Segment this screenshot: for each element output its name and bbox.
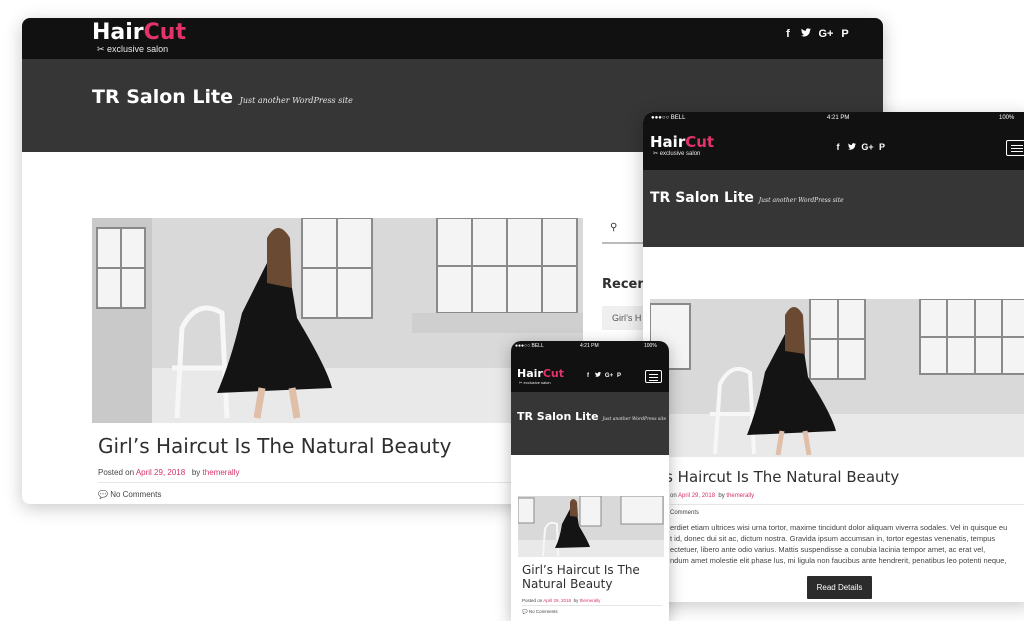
facebook-icon[interactable]: f	[831, 142, 845, 152]
logo-word-hair: Hair	[92, 20, 144, 45]
status-carrier: ●●●○○ BELL	[651, 115, 686, 121]
logo-tagline: exclusive salon	[659, 151, 701, 157]
phone-comments[interactable]: 💬 No Comments	[522, 609, 558, 615]
comment-icon: 💬	[522, 609, 528, 614]
logo-word-cut: Cut	[542, 367, 564, 380]
post-date-link[interactable]: April 29, 2018	[136, 468, 185, 477]
tablet-hero-banner: TR Salon Lite Just another WordPress sit…	[643, 170, 1024, 247]
twitter-icon[interactable]	[593, 372, 603, 379]
comments-link: No Comments	[110, 490, 162, 499]
logo-word-cut: Cut	[143, 20, 186, 45]
desktop-comments[interactable]: 💬 No Comments	[98, 490, 161, 499]
site-tagline: Just another WordPress site	[239, 96, 353, 105]
pinterest-icon[interactable]: P	[876, 142, 888, 152]
post-date-link[interactable]: April 29, 2018	[678, 493, 715, 499]
site-title-text: TR Salon Lite	[650, 190, 754, 206]
read-details-button[interactable]: Read Details	[807, 576, 872, 599]
site-tagline: Just another WordPress site	[758, 197, 844, 204]
status-time: 4:21 PM	[827, 115, 850, 121]
status-carrier: ●●●○○ BELL	[515, 343, 544, 349]
site-title-text: TR Salon Lite	[517, 410, 599, 423]
desktop-header-bar: HairCut ✂ exclusive salon f G+ P	[22, 18, 883, 59]
desktop-social-icons: f G+ P	[779, 28, 853, 40]
logo-word-cut: Cut	[685, 133, 715, 151]
desktop-logo[interactable]: HairCut ✂ exclusive salon	[92, 21, 186, 54]
tablet-social-icons: f G+ P	[831, 142, 888, 152]
google-plus-icon[interactable]: G+	[603, 373, 615, 379]
post-title-line: Girl’s Haircut Is The	[522, 563, 640, 577]
tablet-post-title[interactable]: rl’s Haircut Is The Natural Beauty	[650, 468, 899, 486]
scissors-icon: ✂	[653, 151, 660, 157]
phone-post-title[interactable]: Girl’s Haircut Is The Natural Beauty	[522, 563, 640, 591]
google-plus-icon[interactable]: G+	[859, 142, 876, 152]
desktop-post-meta: Posted on April 29, 2018 by themerally	[98, 468, 239, 477]
post-author-link[interactable]: themerally	[726, 493, 754, 499]
tablet-logo[interactable]: HairCut ✂ exclusive salon	[650, 133, 715, 158]
meta-divider	[522, 605, 662, 606]
comment-icon: 💬	[98, 490, 108, 499]
excerpt-line: erdiet etiam ultrices wisi urna tortor, …	[670, 523, 1008, 532]
status-battery: 100%	[644, 343, 657, 349]
post-date-link[interactable]: April 29, 2018	[543, 598, 571, 603]
tablet-post-excerpt: erdiet etiam ultrices wisi urna tortor, …	[670, 522, 1024, 566]
pinterest-icon[interactable]: P	[837, 28, 853, 40]
excerpt-line: ectetuer, libero ante odio varius. Matti…	[670, 545, 986, 554]
twitter-icon[interactable]	[845, 142, 859, 152]
by-label: by	[191, 468, 201, 477]
pinterest-icon[interactable]: P	[615, 373, 623, 379]
status-time: 4:21 PM	[580, 343, 599, 349]
tablet-featured-image[interactable]	[650, 299, 1024, 457]
post-author-link[interactable]: themerally	[580, 598, 601, 603]
by-label: by	[573, 598, 579, 603]
logo-tagline: exclusive salon	[107, 44, 169, 54]
phone-logo[interactable]: HairCut ✂ exclusive salon	[517, 365, 564, 385]
phone-featured-image[interactable]	[518, 496, 664, 557]
scissors-icon: ✂	[97, 44, 108, 54]
status-battery: 100%	[999, 115, 1015, 121]
meta-divider	[98, 482, 578, 483]
phone-menu-toggle[interactable]	[645, 370, 662, 383]
post-title-line: Natural Beauty	[522, 577, 613, 591]
tablet-site-title[interactable]: TR Salon Lite Just another WordPress sit…	[650, 190, 844, 206]
google-plus-icon[interactable]: G+	[815, 28, 837, 40]
logo-word-hair: Hair	[650, 133, 686, 151]
logo-word-hair: Hair	[517, 367, 543, 380]
posted-on-label: on	[670, 493, 677, 499]
desktop-site-title[interactable]: TR Salon Lite Just another WordPress sit…	[92, 86, 353, 108]
facebook-icon[interactable]: f	[583, 373, 593, 379]
excerpt-line: t id, donec dui sit ac, dictum nostra. G…	[670, 534, 996, 543]
posted-on-label: Posted on	[98, 468, 135, 477]
phone-mockup: ●●●○○ BELL 4:21 PM 100% HairCut ✂ exclus…	[511, 341, 669, 621]
twitter-icon[interactable]	[797, 28, 815, 40]
site-title-text: TR Salon Lite	[92, 86, 234, 108]
tablet-menu-toggle[interactable]	[1006, 140, 1024, 156]
logo-tagline: exclusive salon	[523, 380, 551, 385]
phone-social-icons: f G+ P	[583, 372, 623, 379]
post-author-link[interactable]: themerally	[203, 468, 240, 477]
tablet-mockup: ●●●○○ BELL 4:21 PM 100% HairCut ✂ exclus…	[643, 112, 1024, 602]
desktop-featured-image[interactable]	[92, 218, 583, 423]
tablet-comments[interactable]: Comments	[670, 510, 699, 516]
meta-divider	[670, 504, 1024, 505]
desktop-post-title[interactable]: Girl’s Haircut Is The Natural Beauty	[98, 434, 451, 458]
by-label: by	[718, 493, 725, 499]
site-tagline: Just another WordPress site	[602, 417, 667, 422]
phone-post-meta: Posted on April 29, 2018 by themerally	[522, 598, 600, 603]
excerpt-line: ndum amet molestie elit phase lus, mi li…	[670, 556, 1007, 565]
phone-site-title[interactable]: TR Salon Lite Just another WordPress sit…	[517, 410, 666, 423]
phone-status-bar: ●●●○○ BELL 4:21 PM 100%	[511, 341, 669, 352]
phone-header-bar: HairCut ✂ exclusive salon f G+ P	[511, 352, 669, 392]
comments-link: No Comments	[528, 609, 558, 614]
tablet-status-bar: ●●●○○ BELL 4:21 PM 100%	[643, 112, 1024, 126]
tablet-post-meta: on April 29, 2018 by themerally	[670, 493, 754, 499]
sidebar-recent-heading: Recen	[602, 277, 647, 292]
posted-on-label: Posted on	[522, 598, 543, 603]
tablet-header-bar: HairCut ✂ exclusive salon f G+ P	[643, 126, 1024, 170]
search-icon[interactable]: ⚲	[610, 222, 617, 233]
phone-hero-banner: TR Salon Lite Just another WordPress sit…	[511, 392, 669, 455]
facebook-icon[interactable]: f	[779, 28, 797, 40]
